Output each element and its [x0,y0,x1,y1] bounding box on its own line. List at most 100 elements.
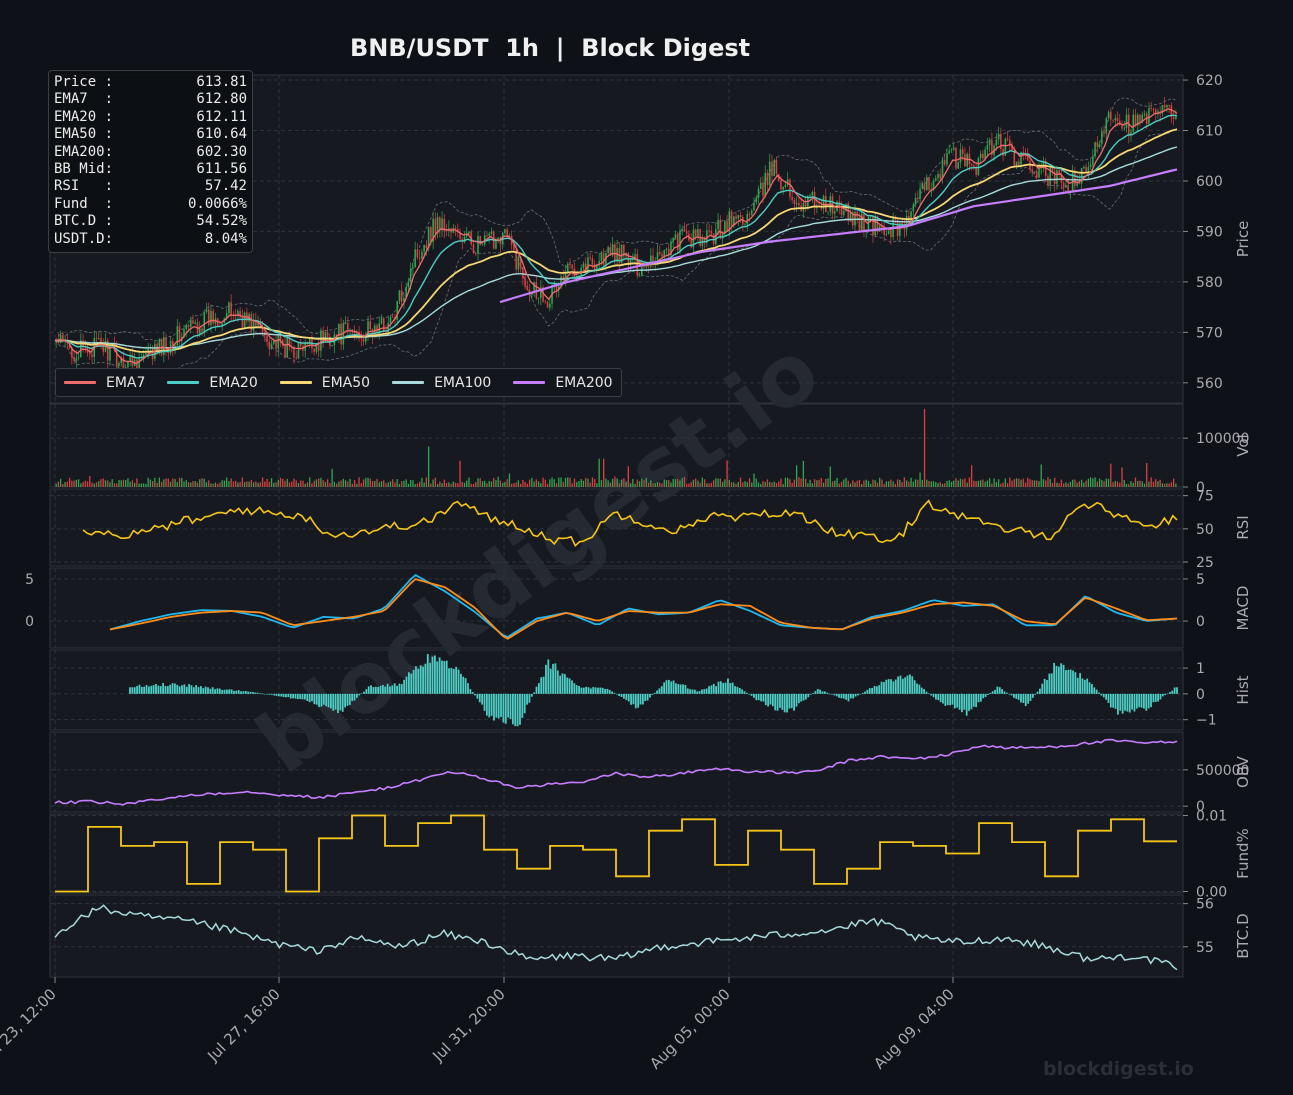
hist-bar [1109,693,1112,708]
candle-body [486,235,488,237]
hist-bar [864,691,866,694]
hist-bar [646,693,649,701]
candle-body [885,233,888,235]
x-tick-label: Jul 31, 20:00 [428,985,508,1065]
hist-bar [374,686,377,694]
candle-body [903,227,906,230]
hist-bar [436,661,439,694]
hist-bar [200,686,202,694]
hist-bar [169,684,172,694]
hist-bar [476,693,479,699]
hist-bar [360,693,363,695]
hist-bar [497,693,500,719]
candle-body [544,301,547,303]
hist-bar [412,669,415,694]
hist-bar [237,690,240,694]
candle-body [912,204,915,212]
candle-body [952,147,955,150]
hist-bar [755,693,758,701]
hist-bar [1015,693,1018,699]
hist-bar [1065,670,1067,694]
candle-body [382,318,385,332]
candle-body [755,197,758,203]
candle-body [919,188,921,200]
hist-bar [469,689,472,694]
hist-bar [1010,693,1013,696]
hist-bar [140,686,143,694]
hist-bar [932,693,935,698]
candle-body [1018,161,1020,165]
candle-body [809,195,811,196]
candle-body [923,183,926,191]
hist-bar [410,673,413,694]
hist-bar [786,693,788,713]
info-row-bb-mid: BB Mid: 611.56 [54,161,247,178]
candle-body [984,149,986,159]
candle-body [811,191,814,196]
axis-label-obv: OBV [1234,755,1252,788]
hist-bar [1098,692,1100,694]
indicator-info-box: Price :613.81 EMA7 :612.80 EMA20 :612.11… [48,70,253,253]
hist-bar [873,686,876,694]
hist-bar [717,681,720,694]
hist-bar [355,693,358,698]
info-row-ema50: EMA50 :610.64 [54,126,247,143]
hist-bar [528,693,531,703]
hist-bar [384,686,387,694]
hist-bar [597,687,599,694]
hist-bar [1164,693,1167,696]
candle-body [409,268,412,282]
hist-bar [861,692,864,694]
hist-bar [155,683,157,694]
hist-bar [1043,678,1046,694]
candle-body [679,230,681,251]
candle-body [661,254,663,257]
hist-bar [911,676,914,694]
hist-bar [303,693,306,700]
hist-bar [670,681,673,694]
hist-bar [573,683,576,694]
candle-body [59,335,62,344]
candle-body [771,161,773,176]
hist-bar [296,693,299,700]
candle-body [1152,108,1155,110]
hist-bar [329,693,332,709]
candle-body [497,237,499,240]
hist-bar [389,686,391,694]
hist-bar [218,688,221,694]
left-y-tick-label: 5 [25,572,34,588]
hist-bar [1159,693,1162,700]
hist-bar [1003,691,1006,694]
hist-bar [975,693,978,708]
hist-bar [925,691,928,694]
hist-bar [968,693,970,711]
candle-body [1089,164,1092,168]
hist-bar [634,693,637,709]
hist-bar [240,691,242,694]
candle-body [789,179,791,197]
candle-body [490,231,493,234]
hist-bar [656,690,658,694]
candle-body [295,357,298,359]
candle-body [910,211,912,223]
candle-body [1074,171,1076,186]
candle-body [827,211,829,213]
candle-body [656,252,659,261]
hist-bar [228,689,231,694]
hist-bar [961,693,963,713]
hist-bar [984,693,987,697]
hist-bar [455,666,458,694]
hist-bar [488,693,491,718]
hist-bar [315,693,318,705]
hist-bar [398,683,401,694]
hist-bar [689,689,692,694]
hist-bar [601,687,604,694]
hist-bar [415,666,417,694]
hist-bar [299,693,302,699]
panel-btcd [49,894,1184,978]
hist-bar [526,693,528,705]
hist-bar [618,693,621,697]
y-tick-label: 25 [1196,555,1214,571]
candle-body [582,263,585,268]
hist-bar [710,685,713,694]
